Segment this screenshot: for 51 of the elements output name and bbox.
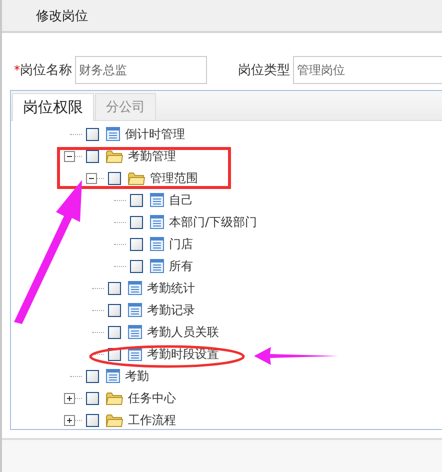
checkbox[interactable] [130, 260, 143, 272]
expand-icon[interactable] [64, 414, 75, 426]
list-icon [128, 347, 142, 361]
tree-item-label[interactable]: 工作流程 [128, 412, 176, 428]
tab[interactable]: 岗位权限 [12, 93, 94, 121]
list-icon [128, 325, 142, 339]
field-label: 岗位类型 [238, 62, 290, 79]
checkbox[interactable] [108, 172, 121, 184]
list-icon [106, 127, 120, 141]
folder-icon [106, 414, 123, 426]
tree-item-label[interactable]: 倒计时管理 [125, 126, 185, 142]
list-icon [150, 237, 164, 251]
tree-item-label[interactable]: 考勤 [125, 368, 149, 384]
checkbox[interactable] [130, 238, 143, 250]
tree-item-label[interactable]: 门店 [169, 236, 193, 252]
checkbox[interactable] [130, 216, 143, 228]
list-icon [128, 281, 142, 295]
list-icon [106, 369, 120, 383]
tree-item-label[interactable]: 考勤记录 [147, 302, 195, 318]
checkbox[interactable] [130, 194, 143, 206]
folder-icon [106, 150, 123, 162]
tree-item-label[interactable]: 考勤人员关联 [147, 324, 219, 340]
checkbox[interactable] [108, 326, 121, 338]
tree-item-label[interactable]: 考勤统计 [147, 280, 195, 296]
list-icon [150, 259, 164, 273]
checkbox[interactable] [86, 128, 99, 140]
checkbox[interactable] [108, 282, 121, 294]
tree-item-label[interactable]: 任务中心 [128, 390, 176, 406]
input-field[interactable]: 管理岗位 [293, 56, 442, 84]
field-label: 岗位名称 [20, 62, 72, 79]
checkbox[interactable] [108, 304, 121, 316]
collapse-icon[interactable] [64, 150, 75, 162]
folder-icon [128, 172, 145, 184]
list-icon [150, 193, 164, 207]
tree-item-label[interactable]: 考勤管理 [128, 148, 176, 164]
page-title: 修改岗位 [36, 8, 88, 24]
tree-item-label[interactable]: 本部门/下级部门 [169, 214, 258, 230]
list-icon [128, 303, 142, 317]
checkbox[interactable] [86, 150, 99, 162]
checkbox[interactable] [86, 414, 99, 426]
input-field[interactable]: 财务总监 [75, 56, 207, 84]
tree-item-label[interactable]: 管理范围 [150, 170, 198, 186]
tree-item-label[interactable]: 所有 [169, 258, 193, 274]
folder-icon [106, 392, 123, 404]
checkbox[interactable] [86, 370, 99, 382]
list-icon [150, 215, 164, 229]
checkbox[interactable] [86, 392, 99, 404]
tree-item-label[interactable]: 自己 [169, 192, 193, 208]
collapse-icon[interactable] [86, 172, 97, 184]
expand-icon[interactable] [64, 392, 75, 404]
required-mark: * [14, 63, 20, 77]
